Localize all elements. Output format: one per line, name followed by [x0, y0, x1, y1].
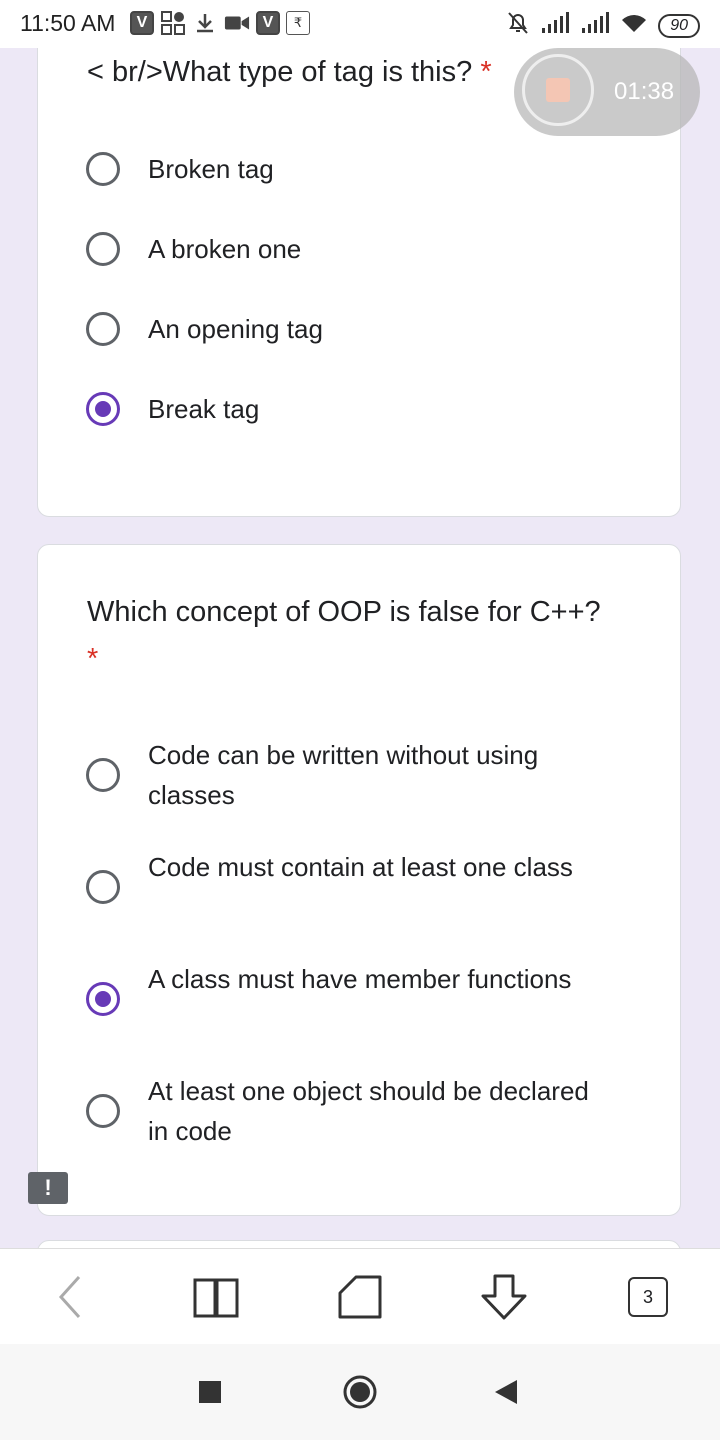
radio-button[interactable]: [86, 1094, 120, 1128]
home-icon: [338, 1275, 382, 1319]
option-label: At least one object should be declared i…: [148, 1076, 589, 1146]
next-question-card: [37, 1240, 681, 1248]
battery-icon: 90: [658, 13, 700, 38]
option-label: A class must have member functions: [148, 964, 572, 994]
required-mark: *: [480, 56, 492, 88]
option-break-tag[interactable]: Break tag: [86, 389, 598, 429]
feedback-button[interactable]: !: [28, 1172, 68, 1204]
v-app-icon: V: [256, 11, 280, 35]
download-button[interactable]: [476, 1271, 532, 1323]
clock: 11:50 AM: [20, 10, 116, 36]
download-icon: [192, 10, 218, 36]
back-button[interactable]: [42, 1271, 98, 1323]
v-app-icon: V: [130, 11, 154, 35]
radio-button-selected[interactable]: [86, 982, 120, 1016]
option-label: Code must contain at least one class: [148, 852, 573, 882]
option-label: Broken tag: [148, 154, 274, 184]
radio-button[interactable]: [86, 758, 120, 792]
signal-icon: [540, 12, 570, 39]
stop-button[interactable]: [522, 54, 594, 126]
option-at-least-one-class[interactable]: Code must contain at least one class: [86, 847, 598, 904]
system-nav-bar: [0, 1344, 720, 1440]
apps-icon: [160, 10, 186, 36]
question-text: Which concept of OOP is false for C++?: [87, 596, 601, 628]
required-mark: *: [87, 643, 99, 675]
radio-button[interactable]: [86, 232, 120, 266]
timer-text: 01:38: [614, 78, 675, 105]
triangle-back-icon: [495, 1380, 517, 1404]
option-code-without-classes[interactable]: Code can be written without using classe…: [86, 735, 598, 815]
option-label: An opening tag: [148, 314, 323, 344]
status-bar: 11:50 AM V V ₹ 90: [0, 0, 720, 48]
question-text: < br/>What type of tag is this?: [87, 56, 473, 88]
recents-button[interactable]: [190, 1372, 230, 1412]
option-label: Code can be written without using classe…: [148, 740, 539, 810]
signal-icon: [580, 12, 610, 39]
rupee-icon: ₹: [286, 11, 310, 35]
recording-timer[interactable]: 01:38: [514, 48, 700, 136]
question-title: < br/>What type of tag is this? *: [87, 49, 492, 96]
option-an-opening-tag[interactable]: An opening tag: [86, 309, 598, 349]
radio-button-selected[interactable]: [86, 392, 120, 426]
chevron-left-icon: [58, 1275, 81, 1319]
option-label: A broken one: [148, 234, 302, 264]
option-label: Break tag: [148, 394, 260, 424]
question-title: Which concept of OOP is false for C++? *: [87, 589, 607, 683]
back-nav-button[interactable]: [486, 1372, 526, 1412]
square-icon: [199, 1381, 221, 1403]
radio-button[interactable]: [86, 870, 120, 904]
wifi-icon: [620, 12, 648, 39]
download-arrow-icon: [481, 1274, 527, 1320]
circle-icon: [343, 1375, 377, 1409]
tab-count: 3: [628, 1277, 668, 1317]
tabs-button[interactable]: 3: [620, 1271, 676, 1323]
option-broken-tag[interactable]: Broken tag: [86, 149, 598, 189]
browser-toolbar: 3: [0, 1248, 720, 1345]
bookmarks-button[interactable]: [188, 1271, 244, 1323]
video-icon: [224, 10, 250, 36]
book-icon: [193, 1278, 239, 1318]
option-member-functions[interactable]: A class must have member functions: [86, 959, 598, 1016]
radio-button[interactable]: [86, 152, 120, 186]
option-object-declared[interactable]: At least one object should be declared i…: [86, 1071, 598, 1151]
home-button[interactable]: [332, 1271, 388, 1323]
form-page[interactable]: < br/>What type of tag is this? * Broken…: [0, 48, 720, 1248]
option-a-broken-one[interactable]: A broken one: [86, 229, 598, 269]
home-nav-button[interactable]: [340, 1372, 380, 1412]
radio-button[interactable]: [86, 312, 120, 346]
system-icons: 90: [506, 10, 700, 41]
stop-icon: [546, 78, 570, 102]
notification-icons: V V ₹: [130, 10, 310, 36]
muted-bell-icon: [506, 10, 530, 41]
question-card: Which concept of OOP is false for C++? *…: [37, 544, 681, 1216]
